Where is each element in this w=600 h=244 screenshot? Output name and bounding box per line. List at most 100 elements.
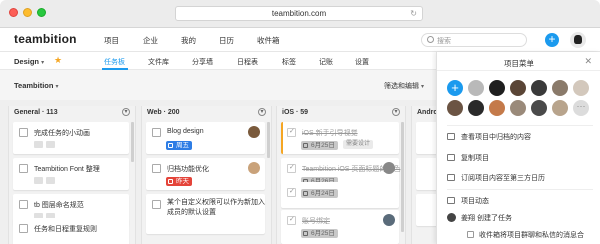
menu-copy-project[interactable]: 复制项目 [447,153,489,163]
task-checkbox[interactable] [19,164,28,173]
task-title: Blog design [167,128,204,135]
nav-mine[interactable]: 我的 [181,35,196,46]
activity-entry: 姜翔 创建了任务 [461,215,512,222]
reload-icon[interactable]: ↻ [410,7,417,21]
maximize-window-button[interactable] [37,8,46,17]
scrollbar[interactable] [131,122,134,162]
task-title: tb 图层命名规范 [34,202,84,209]
activity-task-title: 收件箱将项目群聊和私信的消息合 [479,232,584,239]
app-header: teambition 项目 企业 我的 日历 收件箱 搜索 + [0,28,600,52]
task-tag: 需要设计 [343,140,374,149]
close-window-button[interactable] [9,8,18,17]
task-card[interactable]: 6月24日 [281,182,399,208]
divider [437,70,600,71]
tab-settings[interactable]: 设置 [355,57,369,67]
member-avatar[interactable] [468,80,484,96]
task-title: 归档功能优化 [167,166,209,173]
task-card[interactable]: 某个自定义权限可以作为新加入成员的默认设置 [146,194,265,234]
logo[interactable]: teambition [14,32,77,46]
member-avatar[interactable] [531,80,547,96]
task-card[interactable]: 完成任务的小动画 [13,122,129,154]
scrollbar[interactable] [267,122,270,158]
tab-files[interactable]: 文件库 [148,57,169,67]
task-card[interactable]: 任务和日程重复规则 [13,218,129,244]
task-title: 某个自定义权限可以作为新加入成员的默认设置 [167,199,265,216]
archive-icon [447,133,455,140]
star-icon[interactable]: ★ [54,55,62,66]
column-title: iOS · 59 [282,109,309,116]
due-date-badge: 6月25日 [301,229,338,238]
task-checkbox[interactable] [19,200,28,209]
board-toolbar: Teambition ▾ 筛选和编辑 ▾ [0,70,436,100]
tab-schedule[interactable]: 日程表 [237,57,258,67]
column-header: Web · 200 ▾ [142,106,271,120]
tab-posts[interactable]: 分享墙 [192,57,213,67]
divider [447,189,593,190]
task-checkbox[interactable] [152,128,161,137]
project-switcher[interactable]: Design ▾ [14,57,44,66]
task-checkbox[interactable] [19,224,28,233]
task-card[interactable]: iOS 新手引导视觉 6月25日 需要设计 [281,122,399,154]
calendar-icon [168,179,173,184]
assignee-avatar [248,162,260,174]
column-menu-icon[interactable]: ▾ [122,108,130,116]
member-avatar[interactable] [489,80,505,96]
column-menu-icon[interactable]: ▾ [258,108,266,116]
board-switcher[interactable]: Teambition ▾ [14,81,59,90]
member-avatar[interactable] [573,80,589,96]
task-card[interactable]: 归档功能优化 昨天 [146,158,265,190]
more-members-icon[interactable]: ··· [573,100,589,116]
tab-tasks[interactable]: 任务板 [104,57,125,67]
member-avatar[interactable] [510,100,526,116]
member-avatar[interactable] [510,80,526,96]
add-member-button[interactable]: + [447,80,463,96]
menu-view-archive[interactable]: 查看项目中归档的内容 [447,132,531,142]
member-avatar[interactable] [552,100,568,116]
task-title: 任务和日程重复规则 [34,226,97,233]
filter-button[interactable]: 筛选和编辑 ▾ [384,81,424,91]
copy-icon [447,154,455,161]
assignee-avatar [248,126,260,138]
task-checkbox[interactable] [287,187,296,197]
tab-accounting[interactable]: 记账 [319,57,333,67]
column-title: Web · 200 [147,109,180,116]
member-avatar[interactable] [531,100,547,116]
project-menu-panel: 项目菜单 ✕ + ··· 查看项目中归档的内容 复制项目 订阅项目内容至第三方日… [436,52,600,244]
browser-chrome: teambition.com ↻ [0,0,600,28]
member-avatar[interactable] [468,100,484,116]
comment-icon [46,141,55,148]
task-card[interactable]: Teambition Font 整理 [13,158,129,190]
task-checkbox[interactable] [287,127,296,137]
nav-calendar[interactable]: 日历 [219,35,234,46]
user-avatar[interactable] [570,32,586,48]
nav-projects[interactable]: 项目 [104,35,119,46]
member-avatar[interactable] [447,100,463,116]
activity-task-checkbox[interactable] [467,231,474,238]
divider [447,125,593,126]
task-card[interactable]: 账号绑定 6月25日 [281,210,399,244]
task-checkbox[interactable] [287,215,296,225]
address-bar[interactable]: teambition.com ↻ [175,6,423,21]
task-card[interactable]: Blog design 周五 [146,122,265,154]
search-placeholder: 搜索 [437,38,451,45]
calendar-icon [303,231,308,236]
task-checkbox[interactable] [152,200,161,209]
minimize-window-button[interactable] [23,8,32,17]
nav-inbox[interactable]: 收件箱 [257,35,280,46]
task-checkbox[interactable] [152,164,161,173]
tab-tags[interactable]: 标签 [282,57,296,67]
url-text: teambition.com [271,9,327,18]
subtask-icon [34,177,43,184]
member-avatar[interactable] [552,80,568,96]
nav-enterprise[interactable]: 企业 [143,35,158,46]
task-checkbox[interactable] [19,128,28,137]
column-menu-icon[interactable]: ▾ [392,108,400,116]
close-icon[interactable]: ✕ [584,56,592,67]
add-button[interactable]: + [545,33,559,47]
menu-subscribe-calendar[interactable]: 订阅项目内容至第三方日历 [447,173,545,183]
scrollbar[interactable] [401,122,404,232]
task-checkbox[interactable] [287,163,296,173]
subtask-icon [34,141,43,148]
member-avatar[interactable] [489,100,505,116]
search-input[interactable]: 搜索 [421,33,527,47]
